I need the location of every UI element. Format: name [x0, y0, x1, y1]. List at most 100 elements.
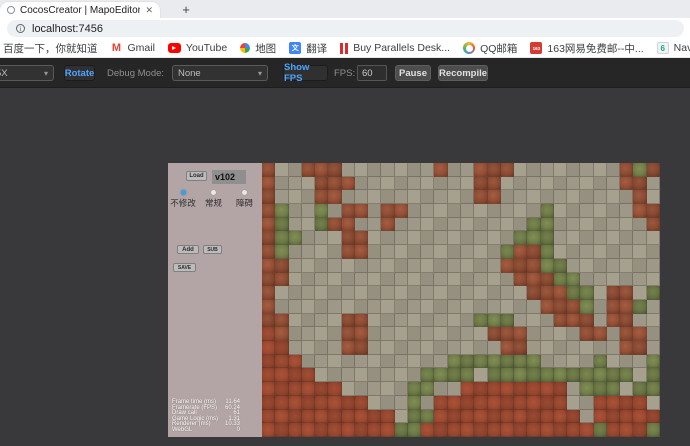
map-tile[interactable]	[342, 218, 355, 232]
map-tile[interactable]	[342, 327, 355, 341]
map-tile[interactable]	[289, 190, 302, 204]
map-tile[interactable]	[488, 355, 501, 369]
map-tile[interactable]	[408, 218, 421, 232]
map-tile[interactable]	[461, 163, 474, 177]
map-tile[interactable]	[368, 327, 381, 341]
map-tile[interactable]	[315, 327, 328, 341]
map-tile[interactable]	[554, 245, 567, 259]
bookmark-item[interactable]: Buy Parallels Desk...	[340, 42, 450, 54]
map-tile[interactable]	[594, 177, 607, 191]
map-tile[interactable]	[514, 245, 527, 259]
map-tile[interactable]	[567, 273, 580, 287]
bookmark-item[interactable]: YouTube	[168, 42, 227, 54]
map-tile[interactable]	[647, 423, 660, 437]
map-tile[interactable]	[381, 327, 394, 341]
radio-option[interactable]: 常规	[198, 190, 229, 209]
map-tile[interactable]	[381, 204, 394, 218]
map-tile[interactable]	[368, 231, 381, 245]
map-tile[interactable]	[408, 286, 421, 300]
map-tile[interactable]	[368, 382, 381, 396]
map-tile[interactable]	[580, 204, 593, 218]
map-tile[interactable]	[302, 259, 315, 273]
map-tile[interactable]	[302, 300, 315, 314]
map-tile[interactable]	[633, 327, 646, 341]
map-tile[interactable]	[355, 368, 368, 382]
page-info-icon[interactable]: i	[16, 24, 25, 33]
map-tile[interactable]	[567, 245, 580, 259]
map-tile[interactable]	[262, 300, 275, 314]
map-tile[interactable]	[607, 204, 620, 218]
map-tile[interactable]	[315, 355, 328, 369]
map-tile[interactable]	[514, 190, 527, 204]
map-tile[interactable]	[262, 259, 275, 273]
map-tile[interactable]	[567, 327, 580, 341]
map-tile[interactable]	[554, 163, 567, 177]
map-tile[interactable]	[448, 314, 461, 328]
map-tile[interactable]	[315, 204, 328, 218]
map-tile[interactable]	[342, 177, 355, 191]
map-tile[interactable]	[633, 204, 646, 218]
map-tile[interactable]	[289, 245, 302, 259]
map-tile[interactable]	[527, 286, 540, 300]
map-tile[interactable]	[315, 410, 328, 424]
map-tile[interactable]	[633, 341, 646, 355]
map-tile[interactable]	[474, 355, 487, 369]
map-tile[interactable]	[315, 245, 328, 259]
map-tile[interactable]	[474, 396, 487, 410]
map-tile[interactable]	[554, 368, 567, 382]
map-tile[interactable]	[461, 410, 474, 424]
map-tile[interactable]	[580, 286, 593, 300]
map-tile[interactable]	[594, 355, 607, 369]
map-tile[interactable]	[421, 327, 434, 341]
map-tile[interactable]	[275, 423, 288, 437]
map-tile[interactable]	[381, 368, 394, 382]
map-tile[interactable]	[368, 423, 381, 437]
map-tile[interactable]	[448, 259, 461, 273]
map-tile[interactable]	[580, 368, 593, 382]
map-tile[interactable]	[620, 190, 633, 204]
map-tile[interactable]	[620, 177, 633, 191]
map-tile[interactable]	[594, 204, 607, 218]
map-tile[interactable]	[328, 396, 341, 410]
map-tile[interactable]	[474, 300, 487, 314]
map-tile[interactable]	[607, 382, 620, 396]
map-tile[interactable]	[567, 300, 580, 314]
map-tile[interactable]	[421, 163, 434, 177]
map-tile[interactable]	[474, 286, 487, 300]
map-tile[interactable]	[342, 259, 355, 273]
map-tile[interactable]	[368, 190, 381, 204]
map-tile[interactable]	[395, 190, 408, 204]
map-tile[interactable]	[567, 231, 580, 245]
map-tile[interactable]	[408, 396, 421, 410]
map-tile[interactable]	[633, 423, 646, 437]
map-tile[interactable]	[434, 163, 447, 177]
map-tile[interactable]	[554, 314, 567, 328]
map-tile[interactable]	[461, 231, 474, 245]
map-tile[interactable]	[381, 341, 394, 355]
map-tile[interactable]	[355, 410, 368, 424]
map-tile[interactable]	[395, 341, 408, 355]
map-tile[interactable]	[620, 341, 633, 355]
map-tile[interactable]	[315, 259, 328, 273]
map-tile[interactable]	[262, 382, 275, 396]
map-tile[interactable]	[275, 300, 288, 314]
map-tile[interactable]	[554, 204, 567, 218]
map-tile[interactable]	[448, 218, 461, 232]
map-tile[interactable]	[434, 218, 447, 232]
map-tile[interactable]	[594, 368, 607, 382]
map-tile[interactable]	[315, 190, 328, 204]
map-tile[interactable]	[580, 190, 593, 204]
map-tile[interactable]	[607, 314, 620, 328]
map-tile[interactable]	[488, 396, 501, 410]
map-tile[interactable]	[620, 368, 633, 382]
map-tile[interactable]	[262, 341, 275, 355]
map-tile[interactable]	[448, 231, 461, 245]
map-tile[interactable]	[434, 177, 447, 191]
map-tile[interactable]	[461, 396, 474, 410]
map-tile[interactable]	[527, 177, 540, 191]
map-tile[interactable]	[342, 396, 355, 410]
map-tile[interactable]	[302, 177, 315, 191]
map-tile[interactable]	[289, 163, 302, 177]
map-tile[interactable]	[474, 190, 487, 204]
map-tile[interactable]	[554, 355, 567, 369]
